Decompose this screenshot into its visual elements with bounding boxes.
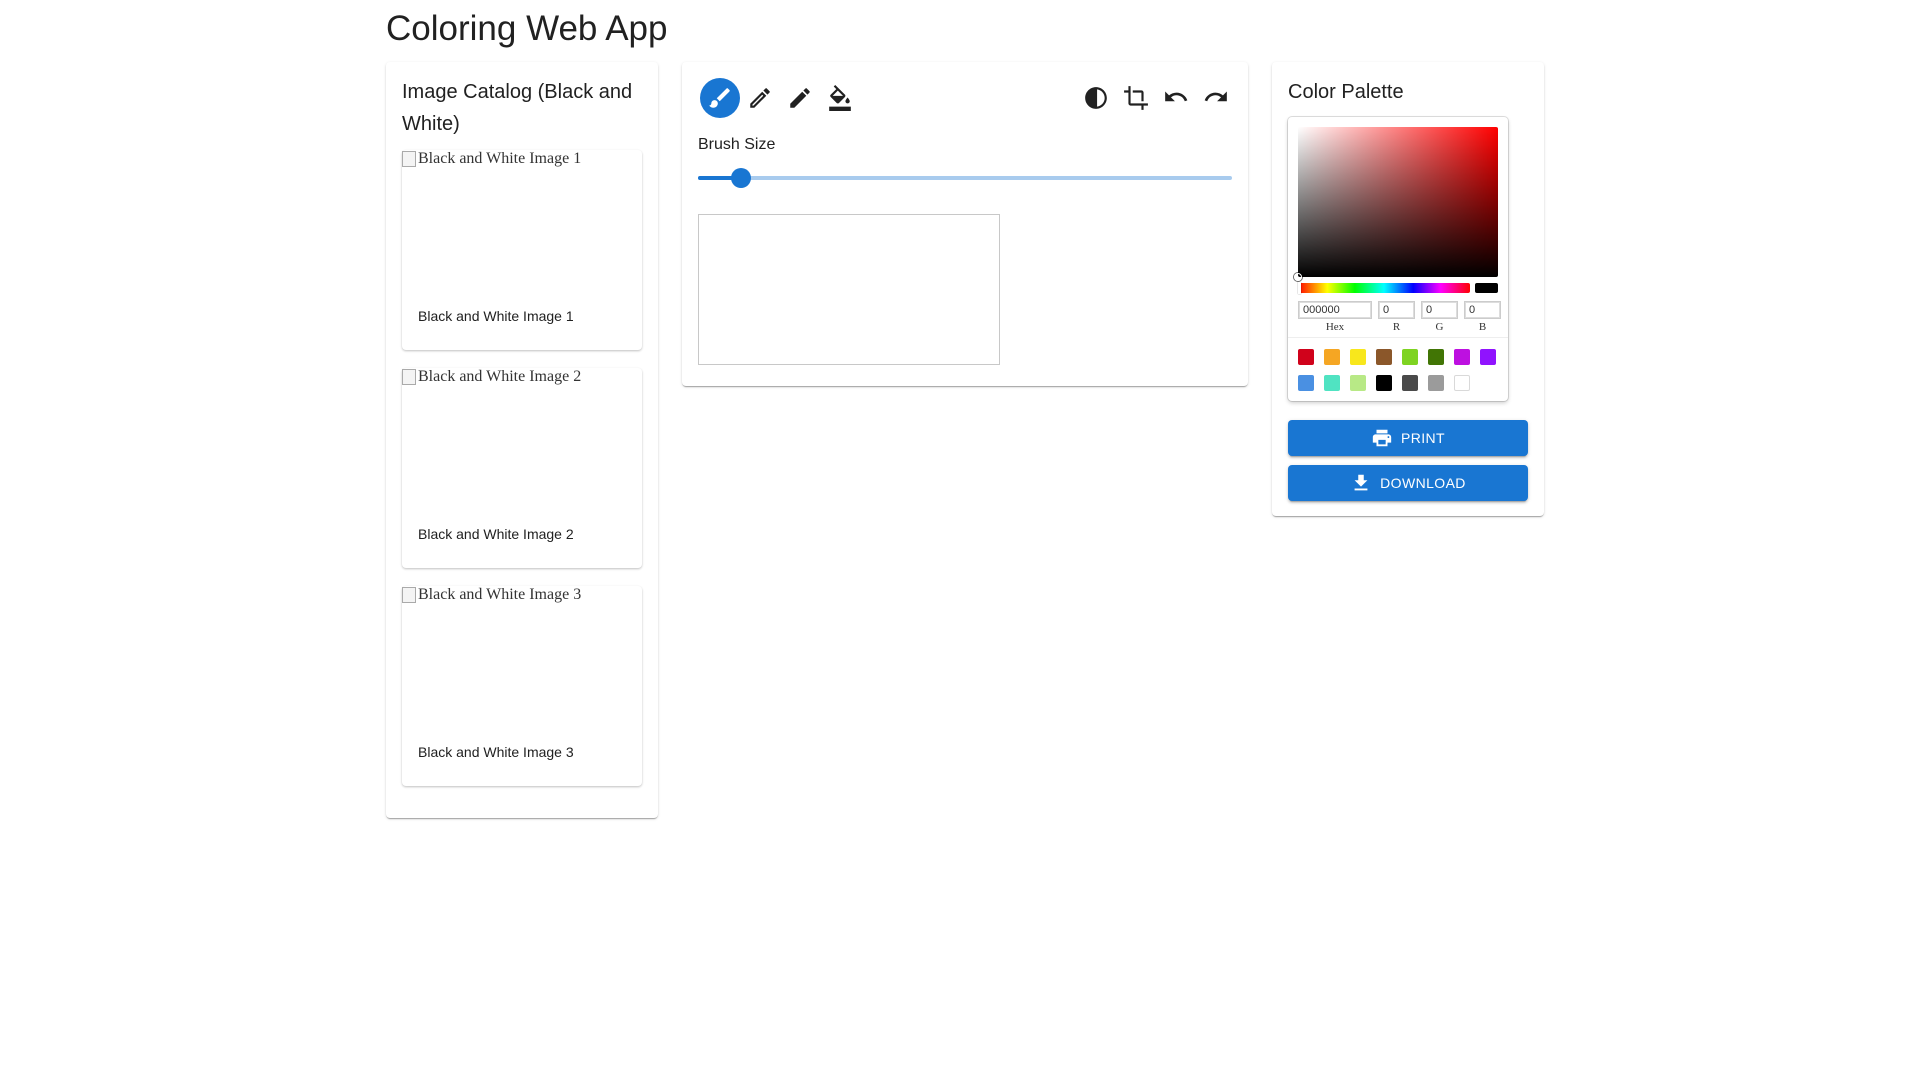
picker-divider <box>1288 337 1508 338</box>
pencil-outline-icon <box>750 88 770 108</box>
saturation-area[interactable] <box>1298 127 1498 277</box>
catalog-item-2[interactable]: Black and White Image 2 Black and White … <box>402 368 642 568</box>
crop-icon <box>1124 86 1148 110</box>
color-swatch[interactable] <box>1350 375 1366 391</box>
hue-cursor[interactable] <box>1298 282 1301 294</box>
catalog-item-1[interactable]: Black and White Image 1 Black and White … <box>402 150 642 350</box>
redo-button[interactable] <box>1196 78 1236 118</box>
drawing-canvas[interactable] <box>698 214 1000 365</box>
g-label: G <box>1435 321 1444 333</box>
pencil-icon <box>790 88 810 108</box>
b-field: B <box>1464 300 1501 333</box>
brush-tool-button[interactable] <box>700 78 740 118</box>
hue-slider[interactable] <box>1298 283 1470 293</box>
catalog-item-caption: Black and White Image 1 <box>418 308 574 324</box>
redo-icon <box>1204 91 1227 102</box>
catalog-item-caption: Black and White Image 3 <box>418 744 574 760</box>
printer-icon <box>1372 429 1392 447</box>
color-swatch[interactable] <box>1376 349 1392 365</box>
print-label: Print <box>1401 430 1445 446</box>
color-swatch[interactable] <box>1350 349 1366 365</box>
hex-input[interactable] <box>1298 301 1372 319</box>
color-swatch[interactable] <box>1454 349 1470 365</box>
color-swatch[interactable] <box>1428 375 1444 391</box>
brush-size-label: Brush Size <box>698 136 776 153</box>
color-swatch[interactable] <box>1428 349 1444 365</box>
color-swatch[interactable] <box>1298 375 1314 391</box>
r-label: R <box>1392 321 1401 333</box>
brush-size-slider[interactable] <box>698 160 1232 196</box>
b-label: B <box>1478 321 1487 333</box>
catalog-item-caption: Black and White Image 2 <box>418 526 574 542</box>
color-picker: Hex R G B <box>1288 117 1508 401</box>
pen-tool-button[interactable] <box>780 78 820 118</box>
brush-icon <box>709 88 730 108</box>
contrast-button[interactable] <box>1076 78 1116 118</box>
color-swatch[interactable] <box>1402 375 1418 391</box>
b-input[interactable] <box>1464 301 1501 319</box>
hex-field: Hex <box>1298 300 1372 333</box>
download-icon <box>1354 474 1368 491</box>
catalog-title: Image Catalog (Black and White) <box>402 81 633 135</box>
page-title: Coloring Web App <box>386 9 668 48</box>
undo-icon <box>1165 91 1188 102</box>
color-swatch[interactable] <box>1480 349 1496 365</box>
contrast-icon <box>1085 87 1107 109</box>
catalog-item-3[interactable]: Black and White Image 3 Black and White … <box>402 586 642 786</box>
download-button[interactable]: Download <box>1288 465 1528 501</box>
broken-image-icon: Black and White Image 3 <box>402 586 581 604</box>
image-catalog-panel: Image Catalog (Black and White) Black an… <box>386 62 658 818</box>
color-palette-panel: Color Palette Hex R G B Print Downloa <box>1272 62 1544 516</box>
download-label: Download <box>1380 475 1466 491</box>
g-input[interactable] <box>1421 301 1458 319</box>
r-field: R <box>1378 300 1415 333</box>
color-swatch[interactable] <box>1454 375 1470 391</box>
hex-label: Hex <box>1325 321 1345 333</box>
paint-bucket-icon <box>829 85 851 111</box>
undo-button[interactable] <box>1156 78 1196 118</box>
saturation-cursor[interactable] <box>1294 273 1302 281</box>
crop-button[interactable] <box>1116 78 1156 118</box>
color-swatch[interactable] <box>1324 375 1340 391</box>
color-swatch[interactable] <box>1376 375 1392 391</box>
slider-rail <box>698 176 1232 180</box>
palette-title: Color Palette <box>1288 81 1404 103</box>
color-swatch[interactable] <box>1298 349 1314 365</box>
slider-thumb[interactable] <box>730 168 751 188</box>
print-button[interactable]: Print <box>1288 420 1528 456</box>
color-swatch[interactable] <box>1402 349 1418 365</box>
pencil-tool-button[interactable] <box>740 78 780 118</box>
color-swatch[interactable] <box>1324 349 1340 365</box>
g-field: G <box>1421 300 1458 333</box>
color-preview <box>1475 283 1498 293</box>
broken-image-icon: Black and White Image 2 <box>402 368 581 386</box>
r-input[interactable] <box>1378 301 1415 319</box>
broken-image-icon: Black and White Image 1 <box>402 150 581 168</box>
fill-tool-button[interactable] <box>820 78 860 118</box>
